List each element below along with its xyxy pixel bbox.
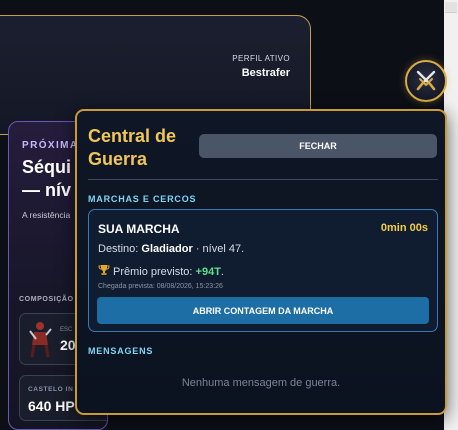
march-timer: 0min 00s [380,222,428,234]
panel-title: Central de Guerra [88,126,177,169]
war-central-panel: Central de Guerra FECHAR MARCHAS E CERCO… [75,109,447,415]
profile-label: PERFIL ATIVO [232,54,290,63]
hero-small-label: ESC [60,327,73,333]
prize-value: +94T [195,266,221,278]
march-title: SUA MARCHA [98,222,180,236]
destination-name: Gladiador [141,243,193,255]
mission-title: Séqui — nív [22,157,72,200]
close-button[interactable]: FECHAR [199,134,437,158]
mission-eyebrow: PRÓXIMA [22,140,79,151]
castle-value: 640 HP [28,398,75,414]
march-card: SUA MARCHA 0min 00s Destino: Gladiador ·… [88,209,438,332]
profile-name: Bestrafer [241,67,290,79]
march-eta: Chegada prevista: 08/08/2026, 15:23:26 [98,283,223,290]
empty-messages: Nenhuma mensagem de guerra. [181,377,341,389]
destination-label: Destino: [98,243,142,255]
mission-description: A resistência [22,210,71,220]
scrollbar-up-button[interactable] [445,2,457,13]
prize-label: Prêmio previsto: [113,266,196,278]
hero-value: 20 [60,337,76,353]
destination-level: · nível 47. [192,243,245,255]
open-march-countdown-button[interactable]: ABRIR CONTAGEM DA MARCHA [97,297,429,324]
war-central-button[interactable] [405,60,447,102]
marches-heading: MARCHAS E CERCOS [88,194,197,204]
messages-heading: MENSAGENS [88,346,154,356]
trophy-icon [98,265,110,275]
castle-label: CASTELO IN [28,386,74,393]
divider [88,179,438,180]
prize-suffix: . [220,266,224,278]
march-prize: Prêmio previsto: +94T. [98,264,224,278]
crossed-swords-icon [416,70,436,91]
warrior-icon [29,322,52,358]
march-destination: Destino: Gladiador · nível 47. [98,243,244,255]
composition-label: COMPOSIÇÃO [19,296,74,303]
